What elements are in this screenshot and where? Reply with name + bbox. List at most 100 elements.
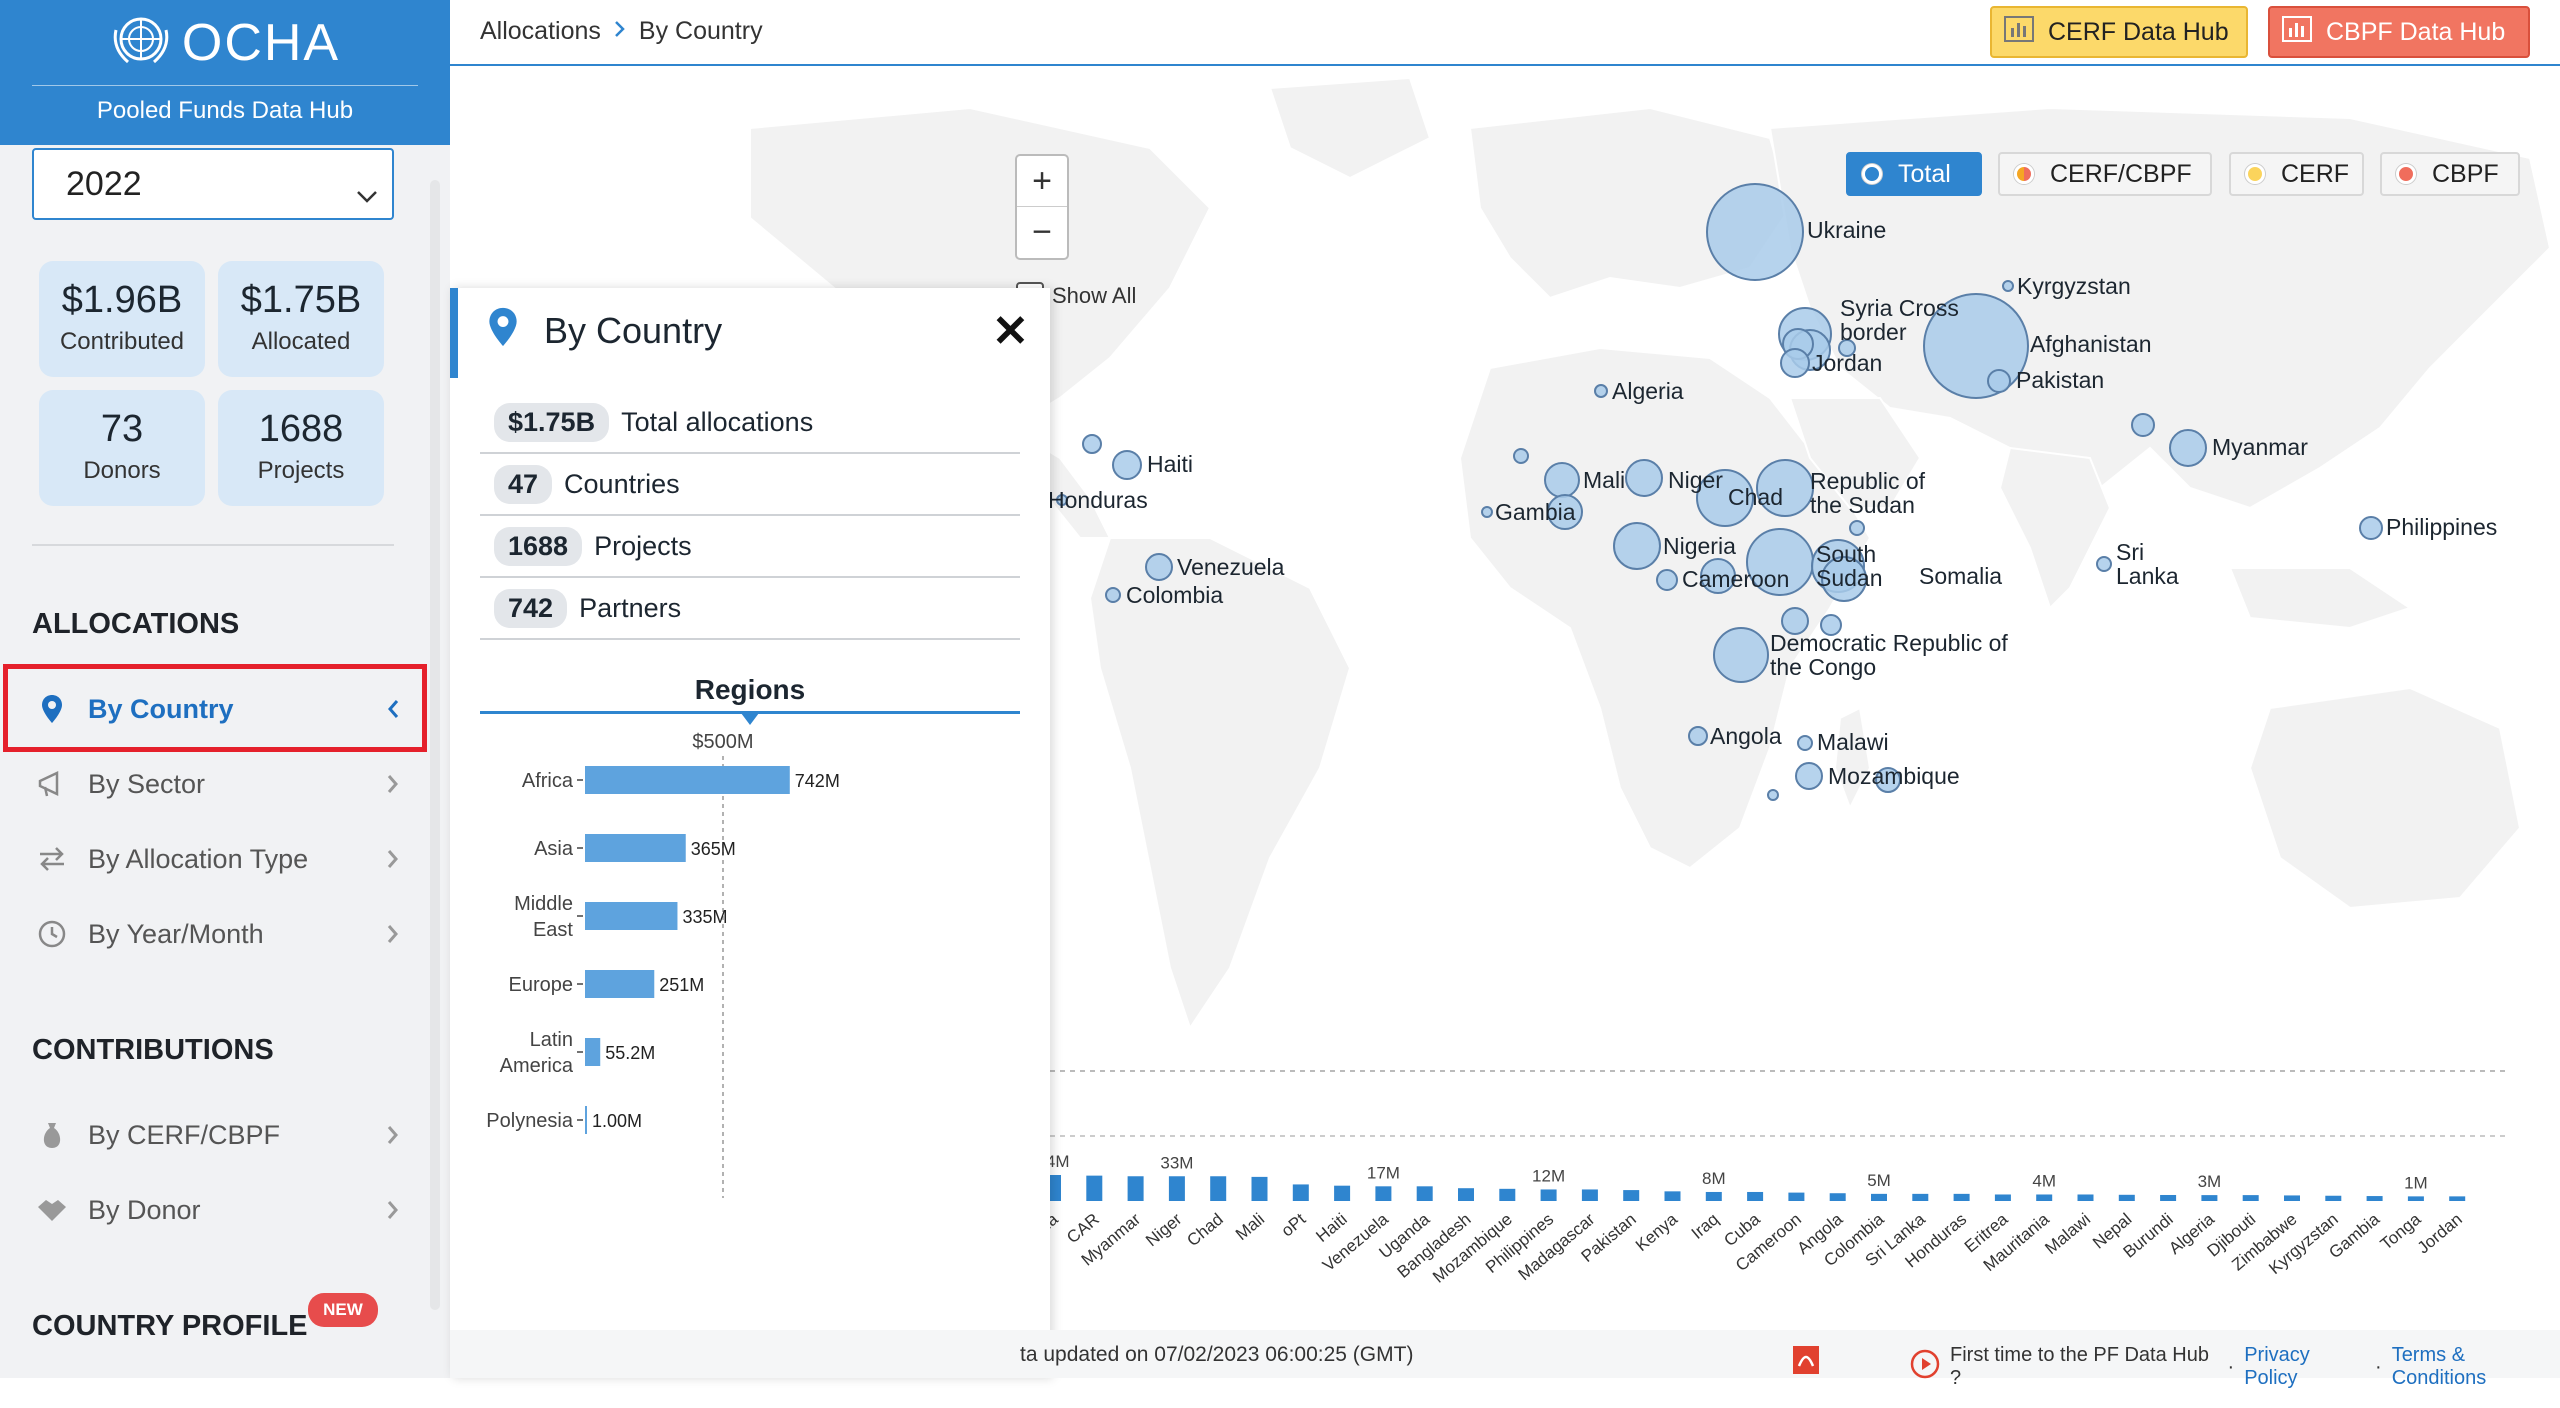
country-bar[interactable]: [1210, 1176, 1227, 1201]
country-tick-label: oPt: [1278, 1209, 1310, 1240]
country-bar[interactable]: [1251, 1176, 1268, 1201]
region-bar: [585, 766, 790, 794]
country-bar[interactable]: [1375, 1186, 1392, 1201]
country-bar[interactable]: [2242, 1195, 2259, 1201]
chevron-right-icon: [386, 771, 400, 802]
sidebar-item-by-year-month[interactable]: By Year/Month: [32, 905, 400, 963]
country-label[interactable]: Mozambique: [1828, 764, 1960, 788]
brand-name: OCHA: [181, 14, 341, 72]
country-bar[interactable]: [2449, 1196, 2466, 1201]
country-bar[interactable]: [1581, 1189, 1598, 1201]
country-label[interactable]: Syria Cross border: [1840, 296, 1980, 344]
country-bar[interactable]: [1458, 1188, 1474, 1201]
country-label[interactable]: Democratic Republic of the Congo: [1770, 631, 2010, 679]
bar-value-label: 33M: [1160, 1153, 1193, 1172]
legend-label: CERF/CBPF: [2050, 159, 2192, 188]
country-label[interactable]: Pakistan: [2016, 368, 2104, 392]
country-label[interactable]: Algeria: [1612, 379, 1684, 403]
country-bar[interactable]: [1994, 1194, 2011, 1201]
cerf-data-hub-button[interactable]: CERF Data Hub: [1990, 6, 2248, 58]
country-label[interactable]: South Sudan: [1816, 542, 1896, 590]
country-label[interactable]: Sri Lanka: [2116, 540, 2186, 588]
legend-toggle-total[interactable]: Total: [1846, 152, 1982, 196]
country-bar[interactable]: [1953, 1193, 1970, 1201]
country-label[interactable]: Kyrgyzstan: [2017, 274, 2131, 298]
country-label[interactable]: Ukraine: [1807, 218, 1886, 242]
tab-regions[interactable]: Regions: [480, 660, 1020, 725]
country-label[interactable]: Jordan: [1812, 351, 1882, 375]
country-label[interactable]: Chad: [1728, 485, 1783, 509]
pdf-icon[interactable]: [1790, 1344, 1822, 1376]
terms-link[interactable]: Terms & Conditions: [2392, 1344, 2560, 1390]
country-label[interactable]: Republic of the Sudan: [1810, 469, 1950, 517]
country-bar[interactable]: [1086, 1175, 1103, 1201]
country-label[interactable]: Myanmar: [2212, 435, 2308, 459]
country-label[interactable]: Colombia: [1126, 583, 1223, 607]
country-bar[interactable]: [1623, 1190, 1640, 1201]
country-bar[interactable]: [1168, 1176, 1185, 1201]
country-label[interactable]: Venezuela: [1177, 555, 1284, 579]
sidebar-item-by-sector[interactable]: By Sector: [32, 755, 400, 813]
close-icon[interactable]: ✕: [992, 310, 1029, 354]
legend-toggle-cerf-cbpf[interactable]: CERF/CBPF: [1998, 152, 2212, 196]
first-time-link[interactable]: First time to the PF Data Hub ?: [1950, 1344, 2218, 1390]
by-country-panel: By Country ✕ $1.75B Total allocations 47…: [450, 288, 1050, 1378]
legend-toggle-cbpf[interactable]: CBPF: [2380, 152, 2520, 196]
year-select[interactable]: 2022: [32, 148, 394, 220]
country-bar[interactable]: [1664, 1191, 1681, 1201]
country-bar[interactable]: [2036, 1194, 2053, 1201]
country-bar[interactable]: [1334, 1185, 1351, 1201]
country-label[interactable]: Nigeria: [1663, 534, 1736, 558]
country-label[interactable]: Niger: [1668, 468, 1723, 492]
country-bar[interactable]: [1127, 1176, 1144, 1201]
zoom-out-button[interactable]: −: [1017, 207, 1067, 258]
sidebar-item-by-allocation-type[interactable]: By Allocation Type: [32, 830, 400, 888]
country-bar[interactable]: [1705, 1191, 1722, 1201]
legend-toggle-cerf[interactable]: CERF: [2229, 152, 2364, 196]
sidebar-item-by-cerf-cbpf[interactable]: By CERF/CBPF: [32, 1106, 400, 1164]
country-label[interactable]: Angola: [1710, 724, 1782, 748]
country-bar[interactable]: [1416, 1186, 1433, 1201]
country-label[interactable]: Mali: [1583, 468, 1625, 492]
country-label[interactable]: Afghanistan: [2030, 332, 2151, 356]
panel-accent: [450, 288, 458, 378]
country-bar[interactable]: [2118, 1194, 2135, 1201]
country-label[interactable]: Honduras: [1048, 488, 1148, 512]
privacy-policy-link[interactable]: Privacy Policy: [2244, 1344, 2365, 1390]
sidebar-item-by-donor[interactable]: By Donor: [32, 1181, 400, 1239]
country-profile-heading[interactable]: COUNTRY PROFILE: [32, 1310, 308, 1343]
country-bar[interactable]: [1540, 1189, 1557, 1201]
country-bar[interactable]: [1829, 1193, 1846, 1201]
country-bar[interactable]: [1499, 1188, 1516, 1201]
country-label[interactable]: Somalia: [1919, 564, 2002, 588]
country-label[interactable]: Gambia: [1495, 500, 1576, 524]
allocations-heading: ALLOCATIONS: [32, 608, 240, 640]
map-pin-icon: [488, 306, 518, 353]
country-label[interactable]: Haiti: [1147, 452, 1193, 476]
selection-highlight: [3, 664, 427, 752]
play-icon[interactable]: [1910, 1349, 1940, 1385]
country-label[interactable]: Malawi: [1817, 730, 1889, 754]
country-bar[interactable]: [1912, 1193, 1929, 1201]
panel-row-value: 47: [494, 464, 553, 504]
sidebar-scrollbar[interactable]: [430, 180, 440, 1310]
cbpf-data-hub-button[interactable]: CBPF Data Hub: [2268, 6, 2530, 58]
megaphone-icon: [32, 764, 72, 804]
country-bar[interactable]: [1788, 1192, 1805, 1201]
country-bar[interactable]: [1871, 1193, 1887, 1201]
country-bar[interactable]: [1292, 1184, 1309, 1201]
breadcrumb-allocations[interactable]: Allocations: [480, 17, 601, 46]
country-bar[interactable]: [2201, 1195, 2218, 1201]
country-label[interactable]: Philippines: [2386, 515, 2497, 539]
country-bar[interactable]: [2325, 1195, 2342, 1201]
country-bar[interactable]: [2077, 1194, 2094, 1201]
country-bar[interactable]: [2407, 1196, 2424, 1201]
country-bar[interactable]: [2366, 1196, 2383, 1201]
country-bar[interactable]: [1747, 1191, 1764, 1201]
brand-header[interactable]: OCHA Pooled Funds Data Hub: [0, 0, 450, 145]
country-bar[interactable]: [2160, 1194, 2177, 1201]
zoom-in-button[interactable]: +: [1017, 156, 1067, 207]
country-label[interactable]: Cameroon: [1682, 567, 1789, 591]
country-bar[interactable]: [2284, 1195, 2300, 1201]
bar-chart-icon: [2004, 15, 2034, 49]
